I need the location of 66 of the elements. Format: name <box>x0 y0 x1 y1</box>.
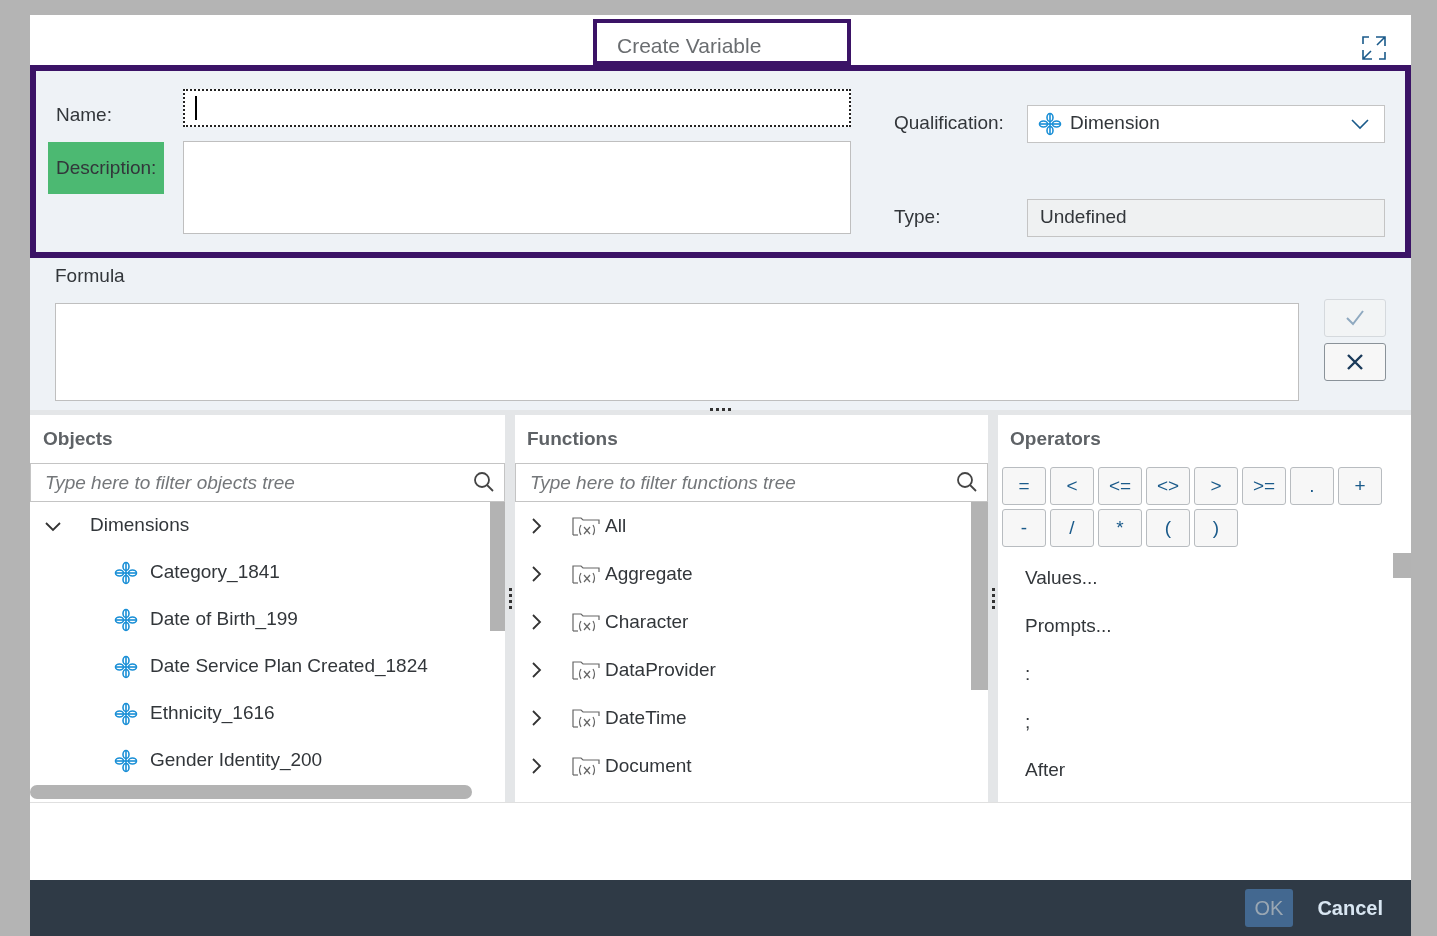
tree-item[interactable]: Date Service Plan Created_1824 <box>30 643 428 690</box>
operator-button[interactable]: - <box>1002 509 1046 547</box>
qualification-dropdown[interactable]: Dimension <box>1027 104 1385 143</box>
tree-node[interactable]: DataProvider <box>515 646 716 694</box>
tree-node[interactable]: Aggregate <box>515 550 693 598</box>
tree-item[interactable]: Ethnicity_1616 <box>30 690 275 737</box>
operator-button[interactable]: / <box>1050 509 1094 547</box>
check-icon <box>1345 308 1365 327</box>
field-label: Description: <box>48 141 165 194</box>
panel-title: Operators <box>1009 426 1101 451</box>
splitter-handle[interactable] <box>709 408 732 411</box>
panel-title: Functions <box>526 426 618 451</box>
tree-item[interactable]: Category_1841 <box>30 549 280 596</box>
operator-button[interactable]: + <box>1338 467 1382 505</box>
operator-item[interactable]: Values... <box>1025 554 1098 602</box>
field-label: Name: <box>55 103 113 127</box>
tree-item[interactable]: Gender Identity_200 <box>30 737 323 784</box>
tree-node[interactable]: DateTime <box>515 694 687 742</box>
resize-handle[interactable] <box>991 588 995 609</box>
scrollbar[interactable] <box>30 785 472 799</box>
close-icon <box>1346 352 1364 371</box>
operator-button[interactable]: > <box>1194 467 1238 505</box>
tree-node[interactable]: Character <box>515 598 689 646</box>
resize-handle[interactable] <box>508 588 512 609</box>
operator-item[interactable]: After <box>1025 746 1066 794</box>
expand-icon[interactable] <box>1361 35 1387 61</box>
operator-button[interactable]: <> <box>1146 467 1190 505</box>
field-label: Qualification: <box>894 111 1005 136</box>
clear-button[interactable] <box>1324 342 1386 381</box>
tree-node[interactable]: All <box>515 502 627 550</box>
dimension-icon <box>114 654 138 679</box>
operator-button[interactable]: ) <box>1194 509 1238 547</box>
search-icon[interactable] <box>473 471 495 493</box>
operator-button[interactable]: >= <box>1242 467 1286 505</box>
dimension-icon <box>114 748 138 773</box>
operator-button[interactable]: = <box>1002 467 1046 505</box>
objects-filter-field[interactable]: Type here to filter objects tree <box>30 463 505 502</box>
panel-title: Objects <box>42 426 113 451</box>
operator-button[interactable]: <= <box>1098 467 1142 505</box>
operator-item[interactable]: Prompts... <box>1025 602 1112 650</box>
tree-item[interactable]: Date of Birth_199 <box>30 596 298 643</box>
dimension-icon <box>114 560 138 585</box>
tree-node[interactable]: Document <box>515 742 692 790</box>
operator-button[interactable]: < <box>1050 467 1094 505</box>
formula-label: Formula <box>55 264 125 288</box>
description-field[interactable] <box>183 141 851 234</box>
operator-button[interactable]: . <box>1290 467 1334 505</box>
field-label: Type: <box>894 205 942 230</box>
operator-item[interactable]: ; <box>1025 698 1031 746</box>
scrollbar[interactable] <box>971 502 988 690</box>
dialog-title: Create Variable <box>593 19 851 65</box>
functions-filter-field[interactable]: Type here to filter functions tree <box>515 463 988 502</box>
cancel-button[interactable]: Cancel <box>1307 889 1393 927</box>
dimension-icon <box>114 701 138 726</box>
tree-node[interactable]: Dimensions <box>30 502 190 549</box>
dimension-icon <box>114 607 138 632</box>
name-field[interactable] <box>183 89 851 127</box>
chevron-down-icon <box>1350 117 1370 130</box>
operator-item[interactable]: : <box>1025 650 1031 698</box>
scrollbar[interactable] <box>1393 553 1411 578</box>
scrollbar[interactable] <box>490 502 505 631</box>
operator-button[interactable]: * <box>1098 509 1142 547</box>
dimension-icon <box>1038 111 1062 136</box>
type-field: Undefined <box>1027 198 1385 237</box>
search-icon[interactable] <box>956 471 978 493</box>
operator-button[interactable]: ( <box>1146 509 1190 547</box>
